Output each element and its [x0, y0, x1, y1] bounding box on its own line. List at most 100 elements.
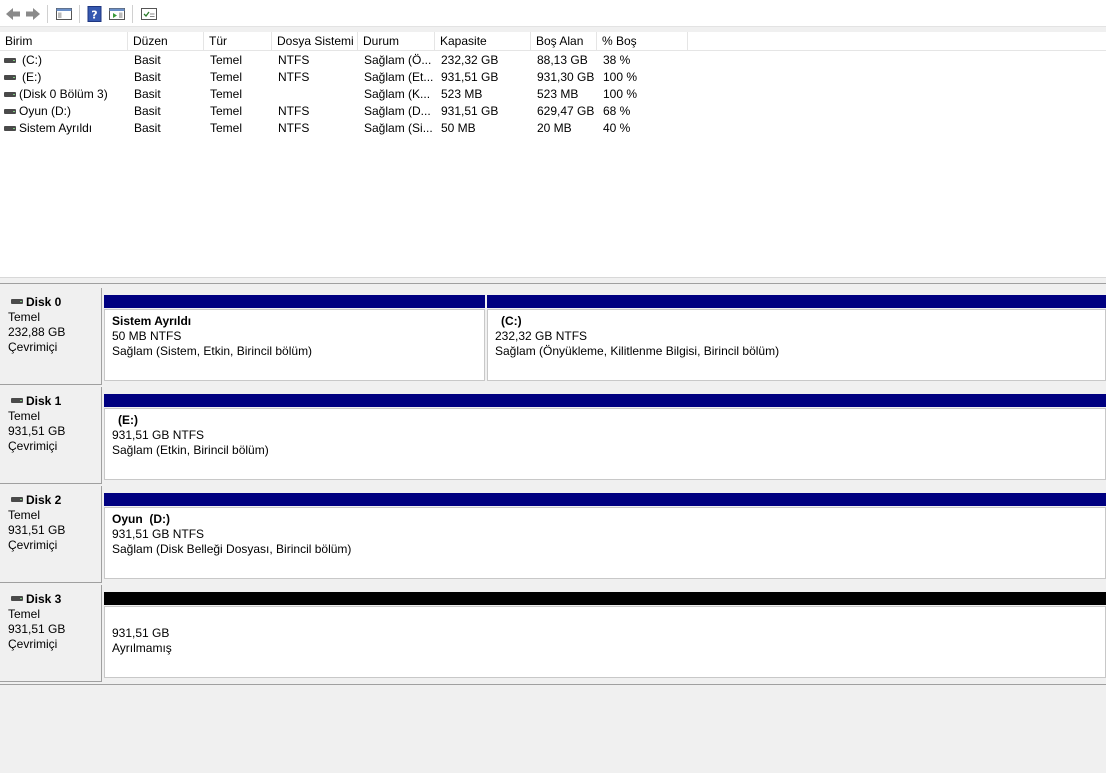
disk-icon	[11, 497, 23, 502]
partition-c[interactable]: (C:) 232,32 GB NTFS Sağlam (Önyükleme, K…	[487, 295, 1106, 381]
partition-body: (E:) 931,51 GB NTFS Sağlam (Etkin, Birin…	[104, 408, 1106, 480]
volume-capacity: 931,51 GB	[441, 104, 499, 118]
disk-label-1[interactable]: Disk 1 Temel 931,51 GB Çevrimiçi	[0, 387, 102, 484]
volume-fs: NTFS	[278, 70, 310, 84]
volume-status: Sağlam (D...	[364, 104, 431, 118]
disk-state: Çevrimiçi	[8, 637, 58, 651]
volume-type: Temel	[210, 87, 243, 101]
partition-bar	[104, 394, 1106, 407]
partition-name: (E:)	[118, 413, 138, 427]
column-header-durum[interactable]: Durum	[358, 32, 435, 51]
volume-icon	[4, 109, 16, 114]
disk-state: Çevrimiçi	[8, 538, 58, 552]
volume-name: Oyun (D:)	[19, 104, 72, 118]
volume-free-pct: 100 %	[603, 87, 638, 101]
disk-label-0[interactable]: Disk 0 Temel 232,88 GB Çevrimiçi	[0, 288, 102, 385]
partition-area: 931,51 GB Ayrılmamış	[104, 592, 1106, 678]
partition-sistem-ayrildi[interactable]: Sistem Ayrıldı 50 MB NTFS Sağlam (Sistem…	[104, 295, 485, 381]
disk-state: Çevrimiçi	[8, 340, 58, 354]
partition-size: 50 MB NTFS	[112, 329, 182, 343]
disk-row-0: Disk 0 Temel 232,88 GB Çevrimiçi Sistem …	[0, 288, 1106, 386]
column-header-duzen[interactable]: Düzen	[128, 32, 204, 51]
volume-status: Sağlam (Ö...	[364, 53, 432, 67]
partition-d[interactable]: Oyun (D:) 931,51 GB NTFS Sağlam (Disk Be…	[104, 493, 1106, 579]
action-pane-icon[interactable]	[108, 5, 126, 23]
properties-icon[interactable]	[140, 5, 158, 23]
partition-area: (E:) 931,51 GB NTFS Sağlam (Etkin, Birin…	[104, 394, 1106, 480]
partition-body: Oyun (D:) 931,51 GB NTFS Sağlam (Disk Be…	[104, 507, 1106, 579]
volume-fs: NTFS	[278, 53, 310, 67]
table-row[interactable]: Oyun (D:) Basit Temel NTFS Sağlam (D... …	[0, 103, 1106, 120]
disk-type: Temel	[8, 508, 41, 522]
volume-type: Temel	[210, 104, 243, 118]
column-header-tur[interactable]: Tür	[204, 32, 272, 51]
toolbar-separator	[132, 5, 133, 23]
disk-label-2[interactable]: Disk 2 Temel 931,51 GB Çevrimiçi	[0, 486, 102, 583]
back-icon[interactable]	[4, 5, 22, 23]
disk-size: 931,51 GB	[8, 622, 66, 636]
volume-name: (C:)	[22, 53, 42, 67]
volume-type: Temel	[210, 53, 243, 67]
disk-name: Disk 0	[26, 295, 62, 309]
disk-icon	[11, 299, 23, 304]
partition-e[interactable]: (E:) 931,51 GB NTFS Sağlam (Etkin, Birin…	[104, 394, 1106, 480]
table-row[interactable]: (C:) Basit Temel NTFS Sağlam (Ö... 232,3…	[0, 52, 1106, 69]
partition-status: Sağlam (Etkin, Birincil bölüm)	[112, 443, 269, 457]
list-header: Birim Düzen Tür Dosya Sistemi Durum Kapa…	[0, 32, 1106, 51]
volume-icon	[4, 75, 16, 80]
volume-name: (E:)	[22, 70, 42, 84]
toolbar-separator	[47, 5, 48, 23]
volume-fs: NTFS	[278, 121, 310, 135]
volume-icon	[4, 58, 16, 63]
disk-icon	[11, 398, 23, 403]
volume-icon	[4, 92, 16, 97]
disk-size: 232,88 GB	[8, 325, 66, 339]
help-icon[interactable]: ?	[86, 5, 104, 23]
toolbar: ?	[0, 0, 1106, 27]
volume-list: Birim Düzen Tür Dosya Sistemi Durum Kapa…	[0, 32, 1106, 277]
volume-status: Sağlam (K...	[364, 87, 431, 101]
disk-state: Çevrimiçi	[8, 439, 58, 453]
partition-size: 931,51 GB	[112, 626, 170, 640]
table-row[interactable]: Sistem Ayrıldı Basit Temel NTFS Sağlam (…	[0, 120, 1106, 137]
volume-layout: Basit	[134, 104, 161, 118]
partition-name: Oyun (D:)	[112, 512, 170, 526]
volume-name: (Disk 0 Bölüm 3)	[19, 87, 108, 101]
disk-name: Disk 1	[26, 394, 62, 408]
partition-bar	[104, 493, 1106, 506]
partition-size: 232,32 GB NTFS	[495, 329, 588, 343]
partition-name: Sistem Ayrıldı	[112, 314, 192, 328]
disk-row-3: Disk 3 Temel 931,51 GB Çevrimiçi 931,51 …	[0, 585, 1106, 683]
partition-name: (C:)	[501, 314, 522, 328]
column-header-bos-alan[interactable]: Boş Alan	[531, 32, 597, 51]
partition-body: 931,51 GB Ayrılmamış	[104, 606, 1106, 678]
console-tree-icon[interactable]	[55, 5, 73, 23]
volume-free-pct: 40 %	[603, 121, 631, 135]
partition-size: 931,51 GB NTFS	[112, 527, 205, 541]
disk-row-1: Disk 1 Temel 931,51 GB Çevrimiçi (E:) 93…	[0, 387, 1106, 485]
disk-title: Disk 2	[8, 493, 101, 508]
disk-name: Disk 3	[26, 592, 62, 606]
column-header-birim[interactable]: Birim	[0, 32, 128, 51]
volume-free: 629,47 GB	[537, 104, 595, 118]
partition-unallocated[interactable]: 931,51 GB Ayrılmamış	[104, 592, 1106, 678]
disk-label-3[interactable]: Disk 3 Temel 931,51 GB Çevrimiçi	[0, 585, 102, 682]
partition-bar	[487, 295, 1106, 308]
table-row[interactable]: (Disk 0 Bölüm 3) Basit Temel Sağlam (K..…	[0, 86, 1106, 103]
volume-type: Temel	[210, 70, 243, 84]
volume-free: 88,13 GB	[537, 53, 588, 67]
volume-fs	[278, 86, 356, 103]
column-header-yuzde-bos[interactable]: % Boş	[597, 32, 688, 51]
partition-area: Oyun (D:) 931,51 GB NTFS Sağlam (Disk Be…	[104, 493, 1106, 579]
partition-status: Sağlam (Önyükleme, Kilitlenme Bilgisi, B…	[495, 344, 780, 358]
column-header-kapasite[interactable]: Kapasite	[435, 32, 531, 51]
forward-icon[interactable]	[24, 5, 42, 23]
table-row[interactable]: (E:) Basit Temel NTFS Sağlam (Et... 931,…	[0, 69, 1106, 86]
partition-status: Ayrılmamış	[112, 641, 172, 655]
partition-status: Sağlam (Disk Belleği Dosyası, Birincil b…	[112, 542, 352, 556]
volume-capacity: 931,51 GB	[441, 70, 499, 84]
volume-status: Sağlam (Et...	[364, 70, 434, 84]
divider	[0, 283, 1106, 284]
column-header-dosya-sistemi[interactable]: Dosya Sistemi	[272, 32, 358, 51]
disk-size: 931,51 GB	[8, 424, 66, 438]
